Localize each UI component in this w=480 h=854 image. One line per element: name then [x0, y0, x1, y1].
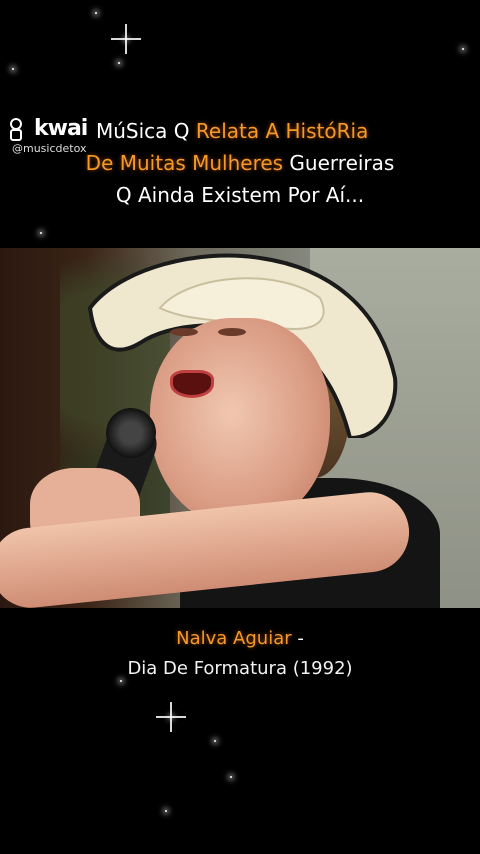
sparkle-icon: [165, 810, 167, 812]
caption-line-1: MúSica Q Relata A HistóRia: [0, 116, 480, 146]
sparkle-icon: [118, 62, 120, 64]
song-separator: -: [291, 628, 304, 649]
song-artist-line: Nalva Aguiar -: [0, 624, 480, 654]
sparkle-icon: [214, 740, 216, 742]
sparkle-icon: [12, 68, 14, 70]
sparkle-icon: [462, 48, 464, 50]
sparkle-icon: [95, 12, 97, 14]
singer-mouth: [170, 370, 214, 398]
sparkle-icon: [111, 24, 141, 54]
singer-eye: [218, 328, 246, 336]
sparkle-icon: [230, 776, 232, 778]
caption-highlight: Relata A HistóRia: [195, 119, 369, 143]
caption-line-2: De Muitas Mulheres Guerreiras: [0, 148, 480, 178]
caption-line-3: Q Ainda Existem Por Aí...: [115, 183, 365, 207]
video-player[interactable]: [0, 248, 480, 608]
caption-highlight: De Muitas Mulheres: [85, 151, 284, 175]
caption-text: MúSica Q: [96, 119, 196, 143]
sparkle-icon: [156, 702, 186, 732]
song-title: Dia De Formatura (1992): [127, 658, 353, 679]
song-artist: Nalva Aguiar: [176, 628, 292, 649]
singer-face: [150, 318, 330, 528]
sparkle-icon: [40, 232, 42, 234]
caption-text: Guerreiras: [283, 151, 395, 175]
singer-eye: [170, 328, 198, 336]
